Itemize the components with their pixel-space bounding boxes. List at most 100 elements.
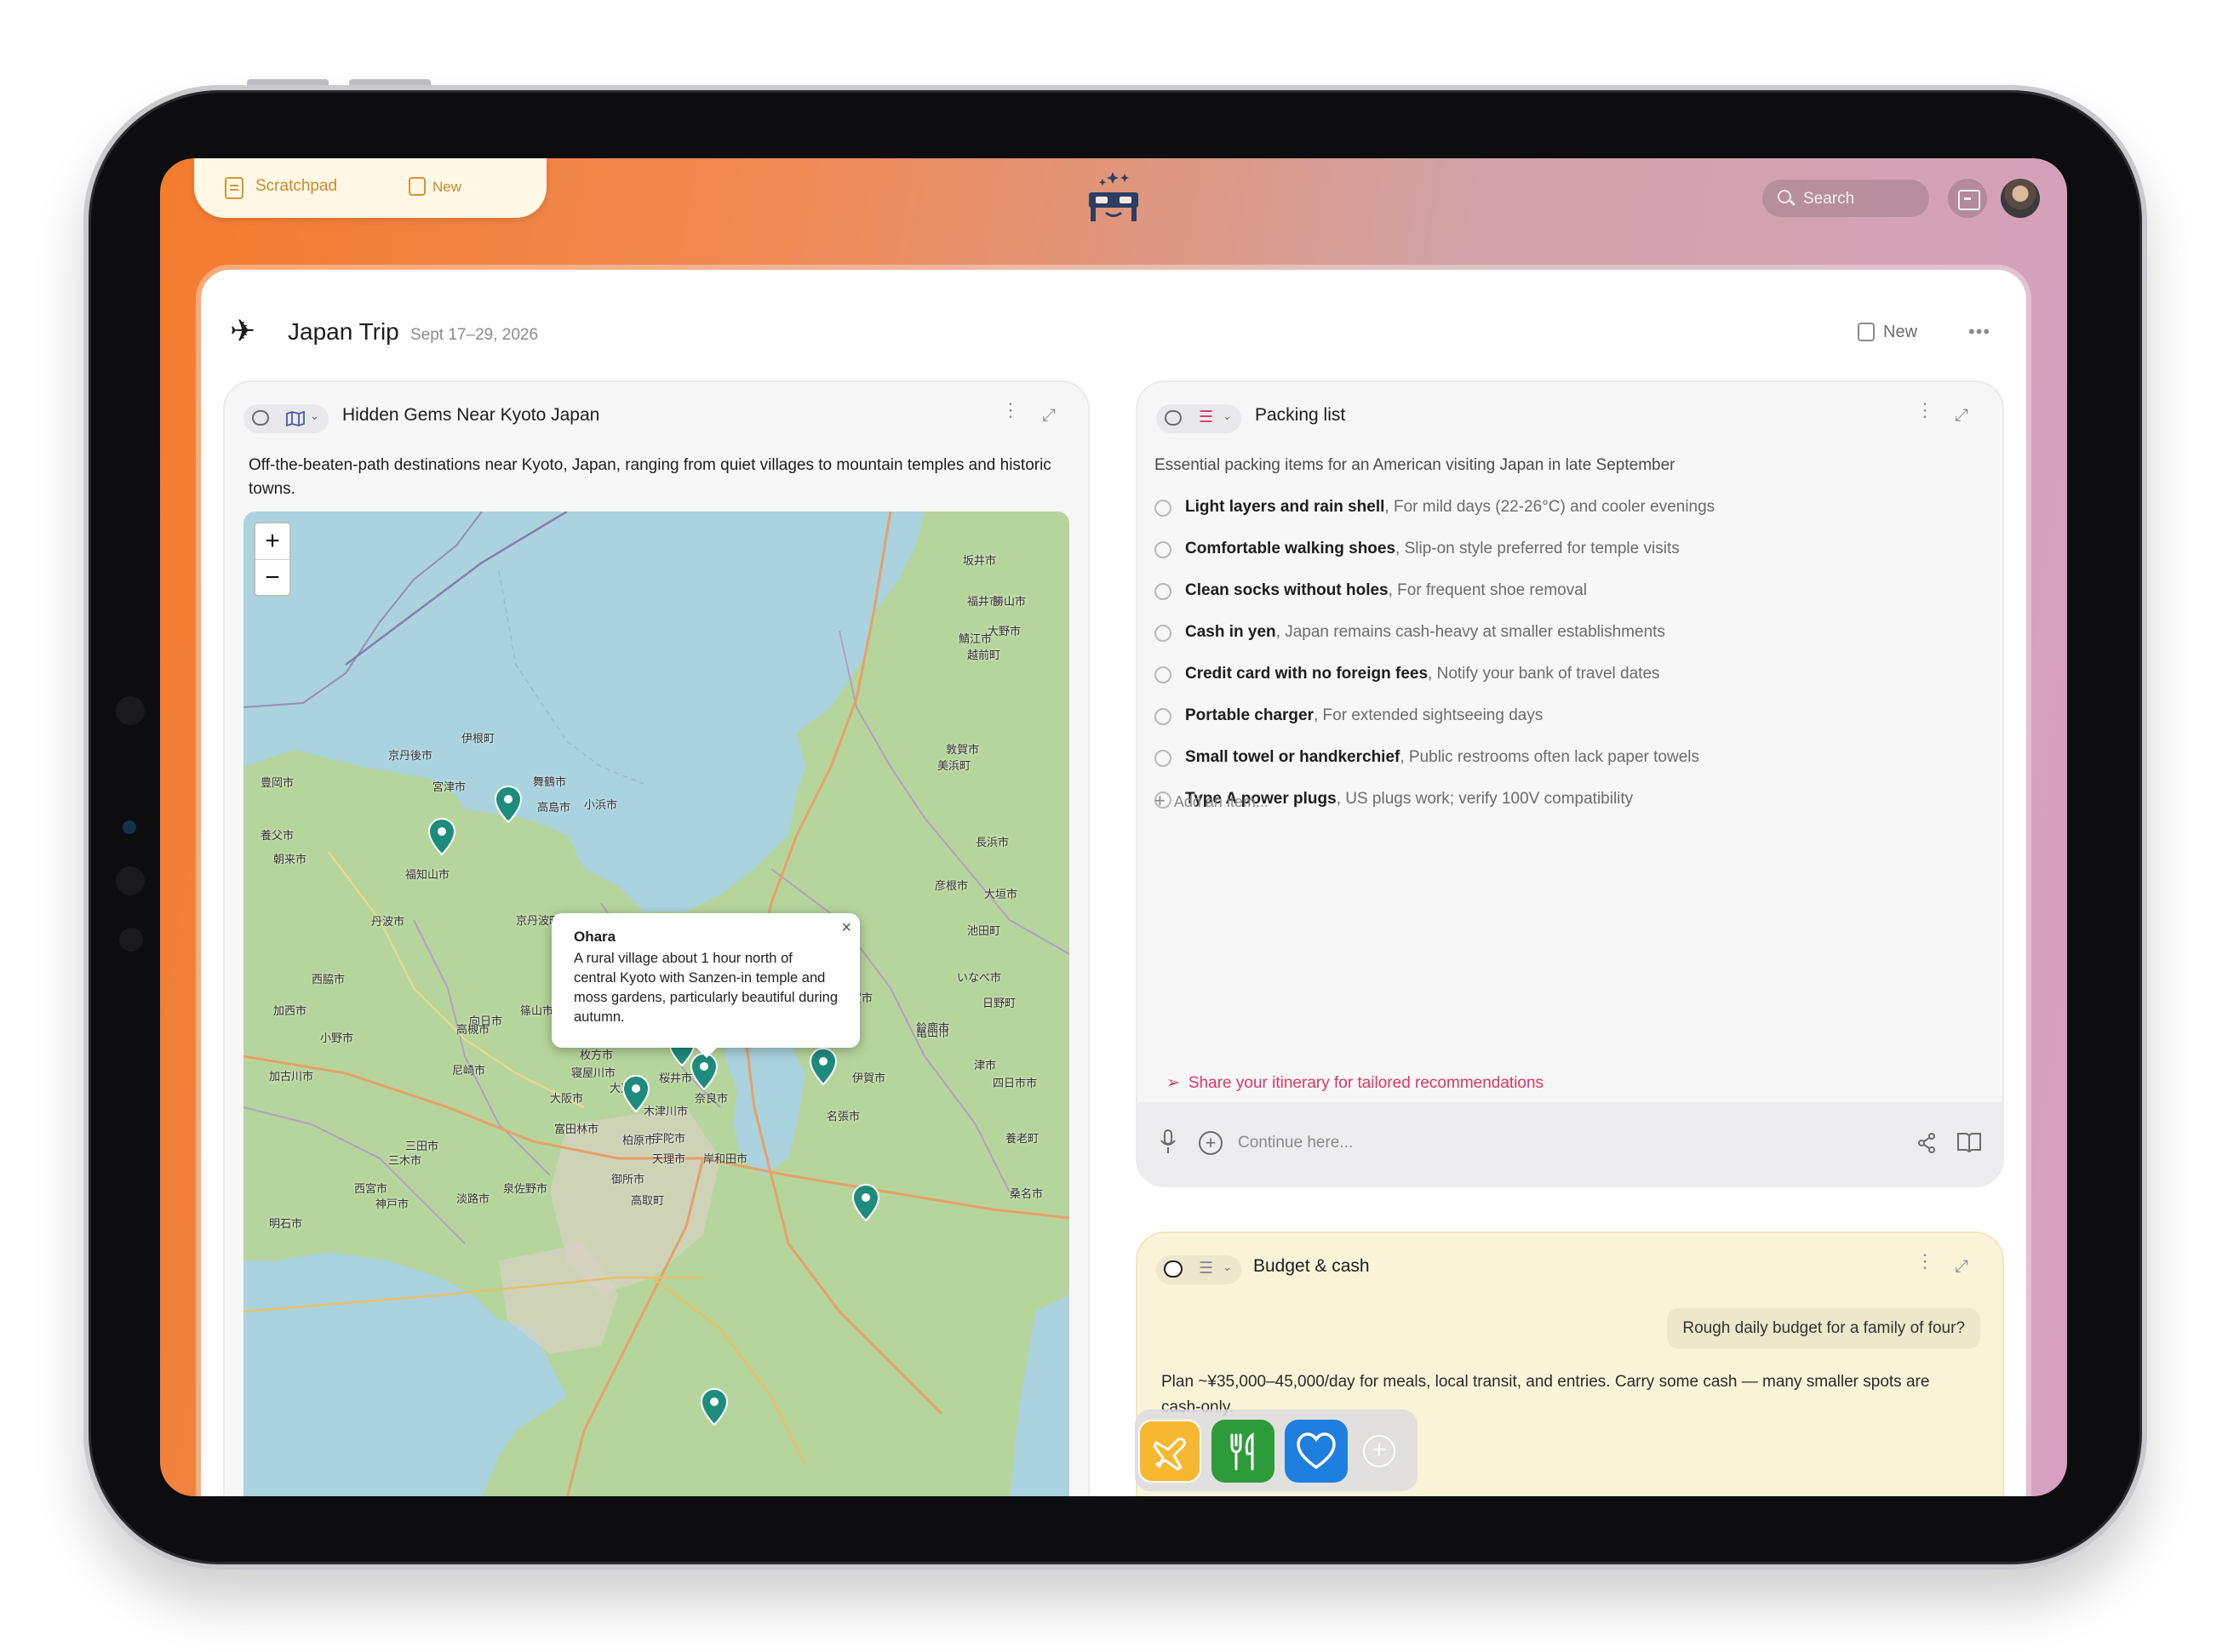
map-view[interactable]: + − 坂井市 福井市 勝山市 大野市 鯖江市 越前町 敦賀市 美浜町 伊根町 京丹後市 宮津市 豊岡…	[243, 512, 1069, 1496]
checkbox[interactable]	[1154, 666, 1171, 683]
expand-icon[interactable]: ⤢	[1955, 406, 1968, 426]
zoom-out-button[interactable]: −	[255, 560, 289, 597]
map-pin-icon[interactable]	[621, 1075, 650, 1112]
scratchpad-tab[interactable]: Scratchpad New	[194, 158, 547, 218]
sensor	[123, 820, 136, 834]
card-type-pill[interactable]: ☰ ⌄	[1156, 404, 1241, 433]
scratchpad-new-button[interactable]: New	[432, 179, 461, 196]
microphone-icon[interactable]	[1160, 1129, 1177, 1155]
packing-card: ☰ ⌄ Packing list ⋮ ⤢ Essential packing i…	[1136, 380, 2004, 1187]
city-label: 丹波市	[371, 915, 405, 929]
city-label: 御所市	[611, 1173, 645, 1186]
packing-item-name: Credit card with no foreign fees	[1185, 665, 1429, 683]
city-label: 豊岡市	[261, 776, 295, 790]
city-label: 養父市	[261, 828, 295, 842]
checkbox[interactable]	[1154, 625, 1171, 642]
more-options-icon[interactable]: •••	[1968, 321, 1990, 343]
expand-icon[interactable]: ⤢	[1042, 406, 1056, 426]
add-item-button[interactable]: + Add an item...	[1154, 790, 1269, 812]
add-app-button[interactable]: +	[1363, 1435, 1395, 1467]
packing-card-title: Packing list	[1255, 405, 1346, 425]
city-label: 宇陀市	[652, 1131, 686, 1145]
packing-item-name: Light layers and rain shell	[1185, 498, 1385, 516]
city-label: 四日市市	[993, 1077, 1038, 1089]
popup-body: A rural village about 1 hour north of ce…	[574, 951, 838, 1025]
kebab-menu-icon[interactable]: ⋮	[1916, 401, 1934, 420]
packing-item-note: , US plugs work; verify 100V compatibili…	[1336, 790, 1634, 808]
dock-app-dining[interactable]	[1211, 1420, 1274, 1483]
dock-app-travel[interactable]	[1138, 1420, 1201, 1483]
notepad-icon	[225, 177, 243, 199]
city-label: 大垣市	[984, 888, 1018, 901]
map-pin-icon[interactable]	[494, 786, 523, 823]
city-label: 三木市	[388, 1153, 422, 1167]
checkbox[interactable]	[1154, 750, 1171, 767]
add-attachment-icon[interactable]: +	[1199, 1131, 1223, 1155]
fork-knife-icon	[1230, 1432, 1254, 1471]
airplane-icon	[1153, 1438, 1186, 1471]
compose-input[interactable]: Continue here...	[1238, 1134, 1353, 1152]
map-card: ⌄ Hidden Gems Near Kyoto Japan ⋮ ⤢ Off-t…	[223, 380, 1090, 1496]
packing-item-text: Clean socks without holes, For frequent …	[1185, 581, 1587, 600]
city-label: 加西市	[273, 1004, 307, 1018]
map-pin-icon[interactable]	[851, 1184, 880, 1221]
city-label: 桑名市	[1010, 1186, 1044, 1200]
checkbox[interactable]	[1154, 583, 1171, 600]
new-note-icon[interactable]	[409, 177, 426, 196]
city-label: 岸和田市	[703, 1152, 748, 1165]
checkbox[interactable]	[1154, 500, 1171, 517]
expand-icon[interactable]: ⤢	[1955, 1257, 1968, 1277]
city-label: 桜井市	[659, 1072, 693, 1085]
packing-item-text: Credit card with no foreign fees, Notify…	[1185, 665, 1660, 683]
city-label: 奈良市	[695, 1091, 729, 1105]
card-type-pill[interactable]: ⌄	[243, 404, 329, 433]
app-logo-icon[interactable]	[1084, 169, 1143, 225]
checklist-icon: ☰	[1199, 409, 1214, 426]
checkbox[interactable]	[1154, 541, 1171, 558]
close-icon[interactable]: ×	[841, 918, 851, 938]
share-icon[interactable]	[1917, 1133, 1936, 1153]
city-label: 鯖江市	[959, 632, 993, 646]
map-pin-icon[interactable]	[690, 1053, 719, 1090]
chevron-down-icon: ⌄	[1223, 409, 1232, 422]
kebab-menu-icon[interactable]: ⋮	[1001, 401, 1020, 420]
map-pin-icon[interactable]	[809, 1048, 838, 1085]
city-label: 淡路市	[456, 1192, 490, 1205]
page-title: Japan Trip	[288, 318, 399, 345]
trip-panel: ✈ Japan Trip Sept 17–29, 2026 New ••• ⌄ …	[196, 265, 2031, 1496]
map-pin-icon[interactable]	[700, 1388, 729, 1426]
card-type-pill[interactable]: ☰ ⌄	[1156, 1255, 1241, 1284]
share-prompt-label: Share your itinerary for tailored recomm…	[1188, 1074, 1544, 1092]
packing-item-text: Comfortable walking shoes, Slip-on style…	[1185, 540, 1680, 558]
book-icon[interactable]	[1956, 1131, 1982, 1153]
new-button[interactable]: New	[1883, 323, 1917, 342]
city-label: 加古川市	[269, 1069, 314, 1083]
comment-icon	[252, 410, 269, 426]
checkbox[interactable]	[1154, 708, 1171, 725]
kebab-menu-icon[interactable]: ⋮	[1916, 1252, 1934, 1271]
packing-item-note: , For frequent shoe removal	[1388, 581, 1587, 599]
new-note-icon[interactable]	[1858, 323, 1875, 341]
dock-app-health[interactable]	[1285, 1420, 1348, 1483]
zoom-control: + −	[254, 522, 291, 597]
zoom-in-button[interactable]: +	[255, 523, 289, 560]
packing-item-note: , Public restrooms often lack paper towe…	[1400, 748, 1700, 766]
map-icon	[286, 411, 305, 426]
chevron-down-icon: ⌄	[310, 409, 319, 422]
checklist-icon: ☰	[1199, 1260, 1214, 1278]
city-label: 泉佐野市	[503, 1181, 548, 1195]
share-itinerary-link[interactable]: ➢ Share your itinerary for tailored recom…	[1166, 1073, 1544, 1093]
city-label: 敦賀市	[946, 743, 980, 757]
comment-icon	[1164, 1260, 1183, 1278]
city-label: 西宮市	[354, 1181, 388, 1195]
archive-icon[interactable]	[1948, 179, 1987, 218]
packing-item-note: , Slip-on style preferred for temple vis…	[1395, 540, 1680, 557]
city-label: 柏原市	[622, 1134, 656, 1147]
avatar[interactable]	[2001, 179, 2040, 218]
sensor	[119, 928, 143, 952]
map-pin-icon[interactable]	[427, 818, 456, 855]
packing-item-name: Portable charger	[1185, 706, 1314, 724]
city-label: 京丹後市	[388, 749, 433, 763]
search-field[interactable]: Search	[1762, 180, 1929, 217]
city-label: 西脇市	[312, 973, 346, 986]
